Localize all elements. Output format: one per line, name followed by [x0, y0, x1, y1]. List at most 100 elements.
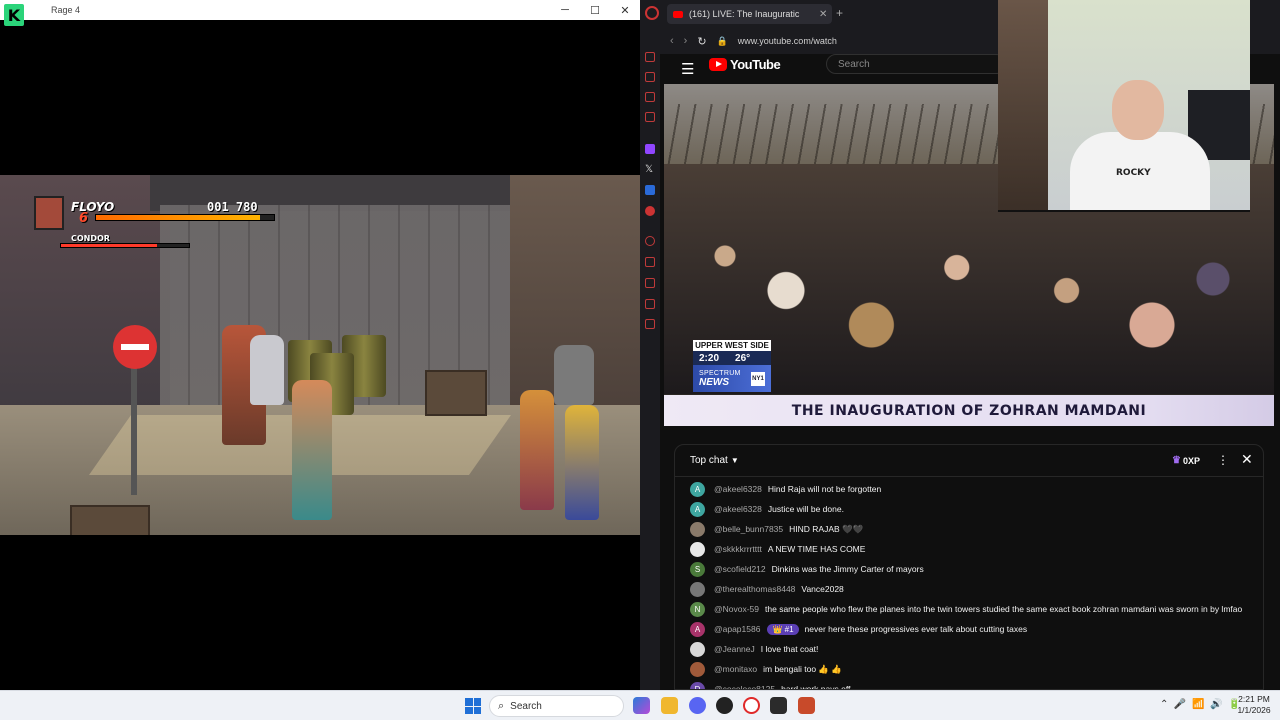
copilot-icon[interactable]	[633, 697, 650, 714]
streamer: ROCKY	[1070, 70, 1210, 210]
player-name: FLOYO	[71, 200, 115, 214]
terminal-icon[interactable]	[770, 697, 787, 714]
youtube-search-input[interactable]: Search	[826, 54, 1006, 74]
chat-message[interactable]: S @scofield212 Dinkins was the Jimmy Carte…	[675, 559, 1263, 579]
avatar[interactable]: D	[690, 681, 705, 689]
avatar[interactable]: A	[690, 501, 705, 517]
player-fighter	[292, 380, 332, 520]
taskbar-clock[interactable]: 2:21 PM 1/1/2026	[1232, 694, 1276, 716]
browser-window[interactable]: (161) LIVE: The Inauguratic ✕ + 𝕏 ‹ › ↻ …	[640, 0, 1280, 690]
enemy-fighter	[565, 405, 599, 520]
chat-message[interactable]: A @akeel6328 Hind Raja will not be forgott…	[675, 479, 1263, 499]
chat-header: Top chat ▼ ♛ 0XP ⋮ ✕	[675, 445, 1263, 477]
avatar[interactable]	[690, 661, 705, 677]
forward-icon[interactable]: ›	[684, 35, 688, 47]
chat-author[interactable]: @scofield212	[714, 564, 766, 574]
close-button[interactable]: ✕	[610, 0, 640, 20]
chat-author[interactable]: @akeel6328	[714, 484, 762, 494]
xp-value: 0XP	[1182, 455, 1200, 466]
chat-author[interactable]: @akeel6328	[714, 504, 762, 514]
sidebar-aria-icon[interactable]	[645, 52, 655, 62]
discord-icon[interactable]	[689, 697, 706, 714]
file-explorer-icon[interactable]	[661, 697, 678, 714]
avatar[interactable]: A	[690, 621, 705, 637]
new-tab-button[interactable]: +	[836, 6, 843, 20]
system-tray[interactable]: ⌃ 🎤 📶 🔊 🔋	[1160, 699, 1240, 710]
streamer-head	[1112, 80, 1164, 140]
chat-message[interactable]: D @cocoloco8125 hard work pays off	[675, 679, 1263, 689]
lower-third-text: THE INAUGURATION OF ZOHRAN MAMDANI	[791, 402, 1147, 419]
chat-message[interactable]: @monitaxo im bengali too 👍 👍	[675, 659, 1263, 679]
avatar[interactable]	[690, 581, 705, 597]
clock-time: 2:21 PM	[1238, 694, 1270, 704]
windows-start-icon[interactable]	[465, 698, 481, 714]
avatar[interactable]: N	[690, 601, 705, 617]
sidebar-x-icon[interactable]: 𝕏	[645, 165, 655, 175]
chevron-down-icon: ▼	[730, 456, 739, 465]
tab-youtube-live[interactable]: (161) LIVE: The Inauguratic ✕	[667, 4, 832, 24]
sidebar-twitch-icon[interactable]	[645, 144, 655, 154]
clock-date: 1/1/2026	[1237, 705, 1271, 715]
sidebar-wallet-icon[interactable]	[645, 319, 655, 329]
sidebar-settings-icon[interactable]	[645, 299, 655, 309]
live-chat-panel[interactable]: Top chat ▼ ♛ 0XP ⋮ ✕ A @akeel6328 Hind Raja …	[674, 444, 1264, 690]
chat-text: the same people who flew the planes into…	[765, 604, 1243, 614]
avatar[interactable]: S	[690, 561, 705, 577]
avatar[interactable]: A	[690, 481, 705, 497]
game-app-icon[interactable]	[798, 697, 815, 714]
more-options-icon[interactable]: ⋮	[1217, 453, 1229, 467]
chat-text: Dinkins was the Jimmy Carter of mayors	[771, 564, 924, 574]
player-lives: 6	[79, 211, 89, 226]
sidebar-music-icon[interactable]	[645, 206, 655, 216]
chat-message[interactable]: @skkkkrrrtttt A NEW TIME HAS COME	[675, 539, 1263, 559]
youtube-wordmark: YouTube	[730, 57, 781, 72]
sidebar-extensions-icon[interactable]	[645, 278, 655, 288]
kick-logo-number: 24	[27, 5, 51, 25]
chat-author[interactable]: @Novox-59	[714, 604, 759, 614]
tab-close-icon[interactable]: ✕	[819, 9, 827, 20]
reload-icon[interactable]: ↻	[697, 35, 706, 48]
avatar[interactable]	[690, 641, 705, 657]
youtube-favicon-icon	[673, 10, 683, 18]
close-chat-icon[interactable]: ✕	[1241, 451, 1253, 468]
menu-hamburger-icon[interactable]: ☰	[681, 60, 694, 78]
sidebar-player-icon[interactable]	[645, 257, 655, 267]
chat-mode-dropdown[interactable]: Top chat ▼	[690, 455, 739, 466]
opera-icon[interactable]	[645, 6, 659, 20]
chat-author[interactable]: @therealthomas8448	[714, 584, 795, 594]
sidebar-whatsapp-icon[interactable]	[645, 112, 655, 122]
obs-icon[interactable]	[716, 697, 733, 714]
chat-message-list[interactable]: A @akeel6328 Hind Raja will not be forgott…	[675, 479, 1263, 689]
kick-overlay-logo: K 24	[4, 3, 51, 27]
chat-message[interactable]: A @akeel6328 Justice will be done.	[675, 499, 1263, 519]
avatar[interactable]	[690, 541, 705, 557]
game-window[interactable]: Rage 4 ─ ☐ ✕ K 24 FLOYO 6 001 780 CONDOR	[0, 0, 640, 690]
chat-author[interactable]: @JeanneJ	[714, 644, 755, 654]
back-icon[interactable]: ‹	[670, 35, 674, 47]
sidebar-messenger-icon[interactable]	[645, 92, 655, 102]
xp-badge[interactable]: ♛ 0XP	[1172, 455, 1200, 466]
minimize-button[interactable]: ─	[550, 0, 580, 20]
maximize-button[interactable]: ☐	[580, 0, 610, 20]
kick-logo-letter: K	[4, 4, 24, 26]
url-text[interactable]: www.youtube.com/watch	[738, 36, 837, 46]
chat-author[interactable]: @monitaxo	[714, 664, 757, 674]
chat-message[interactable]: A @apap1586 👑 #1 never here these progressi…	[675, 619, 1263, 639]
game-titlebar[interactable]: Rage 4 ─ ☐ ✕	[0, 0, 640, 20]
sidebar-shield-icon[interactable]	[645, 185, 655, 195]
sidebar-discord-icon[interactable]	[645, 72, 655, 82]
taskbar-search-input[interactable]: ⌕ Search	[489, 695, 624, 717]
chat-author[interactable]: @apap1586	[714, 624, 760, 634]
chat-author[interactable]: @belle_bunn7835	[714, 524, 783, 534]
avatar[interactable]	[690, 521, 705, 537]
youtube-logo[interactable]: YouTube	[709, 57, 781, 72]
news-time-temp: 2:20 26°	[693, 351, 771, 365]
chat-message[interactable]: @JeanneJ I love that coat!	[675, 639, 1263, 659]
opera-gx-icon[interactable]	[743, 697, 760, 714]
chat-author[interactable]: @skkkkrrrtttt	[714, 544, 762, 554]
game-scene[interactable]	[0, 175, 640, 535]
chat-message[interactable]: @therealthomas8448 Vance2028	[675, 579, 1263, 599]
chat-message[interactable]: @belle_bunn7835 HIND RAJAB 🖤🖤	[675, 519, 1263, 539]
sidebar-history-icon[interactable]	[645, 236, 655, 246]
chat-message[interactable]: N @Novox-59 the same people who flew the p…	[675, 599, 1263, 619]
